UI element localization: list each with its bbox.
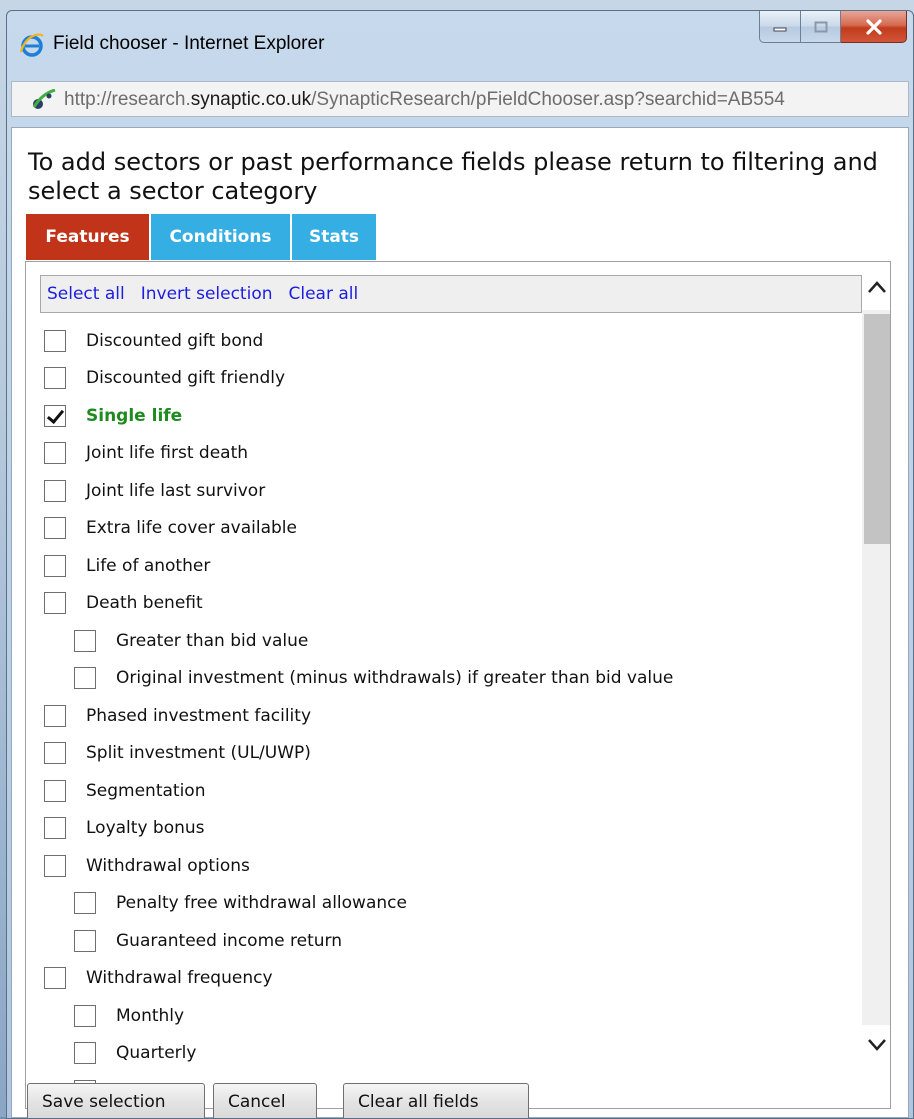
field-row[interactable]: Split investment (UL/UWP)	[44, 735, 864, 773]
save-selection-button[interactable]: Save selection	[27, 1083, 205, 1118]
dialog-buttons: Save selection Cancel Clear all fields	[27, 1083, 529, 1118]
tab-conditions[interactable]: Conditions	[150, 213, 291, 261]
field-row[interactable]: Penalty free withdrawal allowance	[44, 885, 864, 923]
field-row[interactable]: Withdrawal options	[44, 847, 864, 885]
field-row[interactable]: Life of another	[44, 547, 864, 585]
scroll-down-button[interactable]	[864, 1032, 890, 1058]
checkbox[interactable]	[74, 929, 96, 952]
field-row[interactable]: Quarterly	[44, 1035, 864, 1073]
close-button[interactable]	[841, 11, 907, 43]
browser-window: Field chooser - Internet Explorer http:/…	[6, 10, 914, 1119]
maximize-button[interactable]	[801, 11, 841, 43]
ie-logo-icon	[19, 33, 44, 57]
field-row[interactable]: Discounted gift bond	[44, 322, 864, 360]
checkbox[interactable]	[44, 967, 66, 990]
chevron-down-icon	[868, 1039, 886, 1051]
checkbox[interactable]	[44, 854, 66, 877]
tab-features[interactable]: Features	[25, 213, 150, 261]
invert-selection-link[interactable]: Invert selection	[141, 284, 273, 304]
field-label: Withdrawal frequency	[86, 968, 273, 989]
minimize-button[interactable]	[759, 11, 801, 43]
field-label: Guaranteed income return	[116, 930, 342, 951]
checkbox[interactable]	[44, 329, 66, 352]
maximize-icon	[814, 21, 827, 32]
checkbox-checked[interactable]	[44, 404, 66, 427]
checkbox[interactable]	[44, 704, 66, 727]
field-row[interactable]: Greater than bid value	[44, 622, 864, 660]
clear-all-link[interactable]: Clear all	[289, 284, 359, 304]
selection-actions: Select all Invert selection Clear all	[40, 275, 862, 313]
field-row[interactable]: Single life	[44, 397, 864, 435]
field-row[interactable]: Death benefit	[44, 585, 864, 623]
scroll-up-button[interactable]	[864, 274, 890, 300]
checkbox[interactable]	[74, 1042, 96, 1065]
checkbox[interactable]	[44, 517, 66, 540]
url-prefix: http://research.	[64, 89, 191, 110]
url-path: /SynapticResearch/pFieldChooser.asp?sear…	[311, 89, 785, 110]
field-row[interactable]: Original investment (minus withdrawals) …	[44, 660, 864, 698]
field-list-panel: Select all Invert selection Clear all Di…	[25, 261, 891, 1109]
field-label: Loyalty bonus	[86, 818, 205, 839]
minimize-icon	[773, 27, 787, 31]
field-label: Split investment (UL/UWP)	[86, 743, 311, 764]
field-row[interactable]: Joint life first death	[44, 435, 864, 473]
checkbox[interactable]	[44, 592, 66, 615]
field-label: Phased investment facility	[86, 705, 312, 726]
field-row[interactable]: Segmentation	[44, 772, 864, 810]
field-label: Quarterly	[116, 1043, 197, 1064]
field-row[interactable]: Extra life cover available	[44, 510, 864, 548]
field-row[interactable]: Phased investment facility	[44, 697, 864, 735]
field-label: Discounted gift bond	[86, 330, 264, 351]
checkbox[interactable]	[74, 892, 96, 915]
select-all-link[interactable]: Select all	[47, 284, 125, 304]
window-title: Field chooser - Internet Explorer	[53, 33, 325, 54]
checkbox[interactable]	[44, 479, 66, 502]
field-list: Discounted gift bond Discounted gift frie…	[44, 322, 864, 1108]
field-label: Withdrawal options	[86, 855, 250, 876]
checkbox[interactable]	[74, 667, 96, 690]
field-label: Death benefit	[86, 593, 203, 614]
field-row[interactable]: Withdrawal frequency	[44, 960, 864, 998]
checkbox[interactable]	[44, 442, 66, 465]
checkbox[interactable]	[74, 1004, 96, 1027]
field-row[interactable]: Joint life last survivor	[44, 472, 864, 510]
site-icon	[32, 89, 56, 109]
scrollbar-thumb[interactable]	[864, 314, 890, 544]
checkbox[interactable]	[44, 554, 66, 577]
field-label: Segmentation	[86, 780, 206, 801]
window-controls	[759, 11, 907, 47]
notice-text: To add sectors or past performance field…	[28, 148, 878, 205]
clear-all-fields-button[interactable]: Clear all fields	[343, 1083, 529, 1118]
title-bar[interactable]: Field chooser - Internet Explorer	[7, 11, 913, 65]
chevron-up-icon	[868, 281, 886, 293]
address-bar[interactable]: http://research.synaptic.co.uk/SynapticR…	[11, 81, 909, 117]
url-text: http://research.synaptic.co.uk/SynapticR…	[64, 89, 785, 111]
checkbox[interactable]	[44, 367, 66, 390]
field-row[interactable]: Discounted gift friendly	[44, 360, 864, 398]
url-host: synaptic.co.uk	[190, 89, 312, 110]
field-label: Extra life cover available	[86, 518, 297, 539]
checkbox[interactable]	[44, 817, 66, 840]
field-label: Discounted gift friendly	[86, 368, 286, 389]
field-label: Life of another	[86, 555, 211, 576]
page-content: To add sectors or past performance field…	[11, 127, 909, 1118]
field-label: Joint life first death	[86, 443, 249, 464]
close-icon	[865, 18, 882, 35]
field-label: Monthly	[116, 1005, 185, 1026]
field-label: Single life	[86, 405, 183, 426]
checkbox[interactable]	[74, 629, 96, 652]
tab-stats[interactable]: Stats	[291, 213, 377, 261]
field-row[interactable]: Guaranteed income return	[44, 922, 864, 960]
checkbox[interactable]	[44, 742, 66, 765]
field-row[interactable]: Loyalty bonus	[44, 810, 864, 848]
field-label: Original investment (minus withdrawals) …	[116, 668, 674, 689]
field-label: Greater than bid value	[116, 630, 309, 651]
field-label: Penalty free withdrawal allowance	[116, 893, 407, 914]
field-row[interactable]: Monthly	[44, 997, 864, 1035]
cancel-button[interactable]: Cancel	[213, 1083, 317, 1118]
tab-bar: Features Conditions Stats	[25, 213, 377, 261]
checkbox[interactable]	[44, 779, 66, 802]
field-label: Joint life last survivor	[86, 480, 266, 501]
